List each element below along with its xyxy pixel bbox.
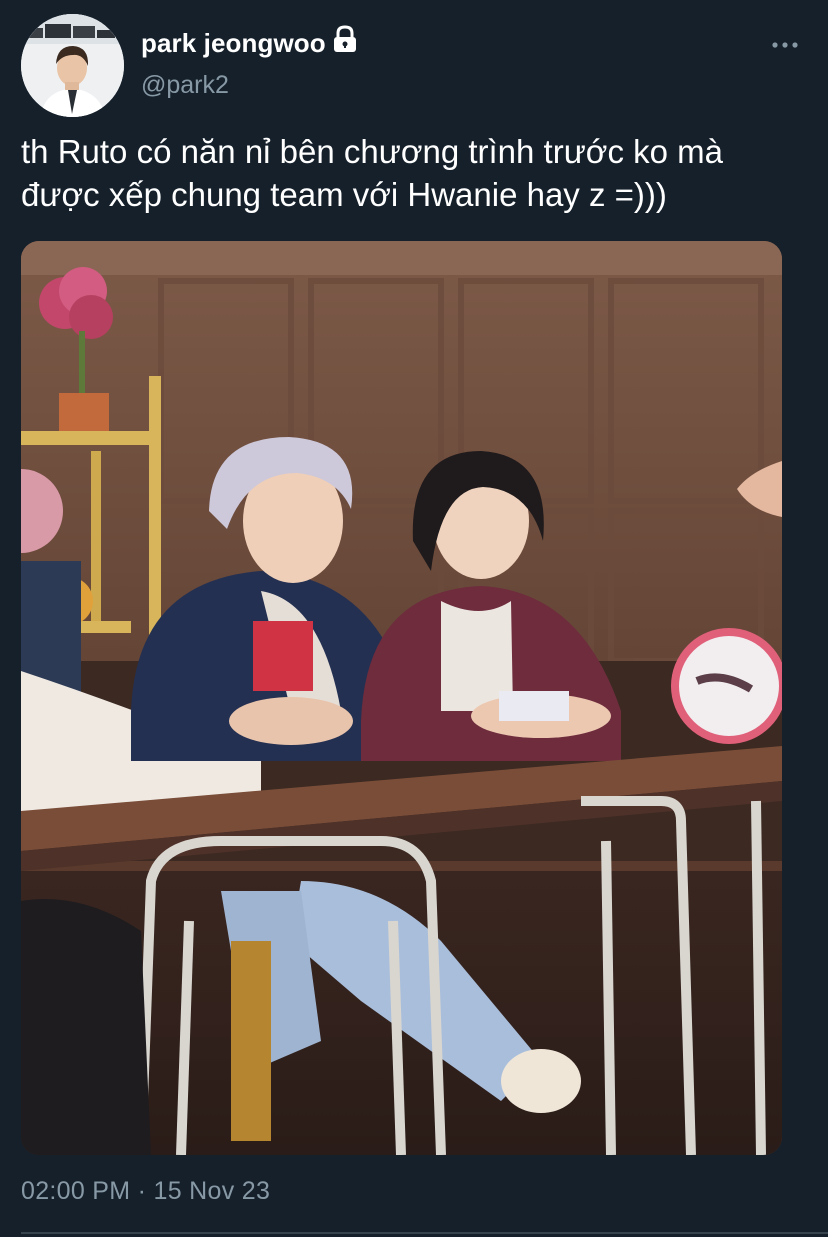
tweet-photo[interactable] — [21, 241, 782, 1155]
timestamp[interactable]: 02:00 PM · 15 Nov 23 — [21, 1177, 270, 1206]
tweet: park jeongwoo @park2 th Ruto có năn nỉ b… — [0, 0, 828, 1237]
lock-icon — [332, 25, 358, 53]
display-name-row: park jeongwoo — [141, 25, 358, 60]
tweet-text: th Ruto có năn nỉ bên chương trình trước… — [21, 130, 821, 216]
handle[interactable]: @park2 — [141, 71, 229, 100]
avatar[interactable] — [21, 14, 124, 117]
display-name[interactable]: park jeongwoo — [141, 28, 326, 59]
tweet-text-line-1: th Ruto có năn nỉ bên chương trình trước… — [21, 133, 723, 170]
avatar-image — [21, 14, 124, 117]
tweet-text-line-2: được xếp chung team với Hwanie hay z =))… — [21, 176, 667, 213]
more-horizontal-icon[interactable] — [770, 38, 800, 52]
tweet-photo-image — [21, 241, 782, 1155]
divider — [21, 1232, 828, 1234]
